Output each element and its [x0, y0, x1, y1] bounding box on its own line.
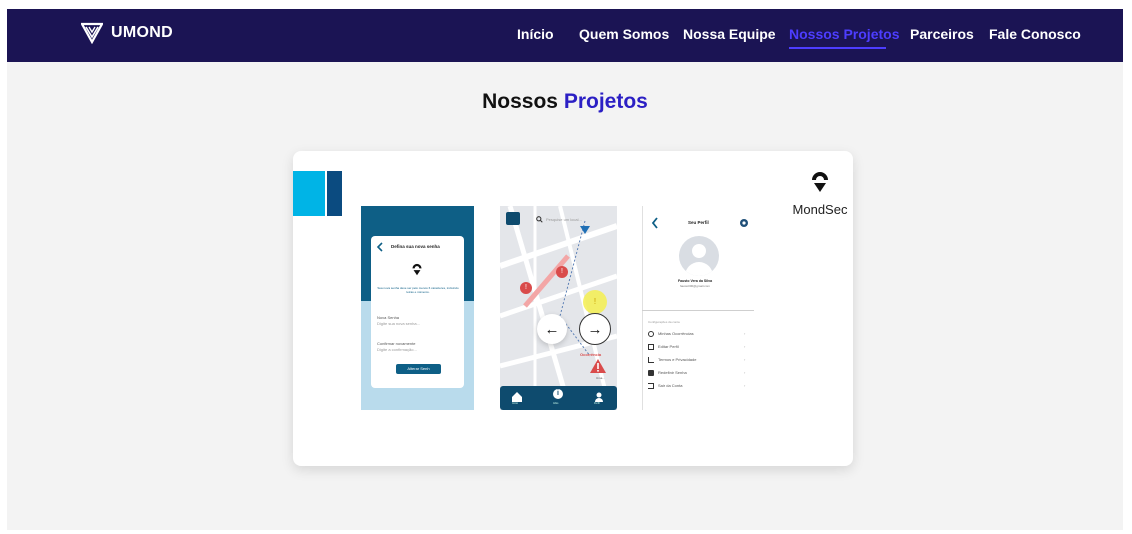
mondsec-pin-icon	[412, 263, 422, 276]
reset-info: Sua nova senha deve ser pelo menos 6 car…	[377, 286, 459, 294]
menu-item-logout[interactable]: Sair da Conta ›	[648, 382, 748, 392]
screenshot-reset-password: Defina sua nova senha Sua nova senha dev…	[361, 206, 474, 410]
menu-item-terms[interactable]: Termos e Privacidade ›	[648, 356, 748, 366]
back-arrow-icon	[376, 242, 383, 252]
warning-pin-icon[interactable]: !	[589, 296, 601, 308]
brand-logo[interactable]: UMOND	[81, 22, 173, 44]
map-search-input[interactable]: Pesquise um local...	[546, 217, 582, 222]
nav-item-parceiros[interactable]: Parceiros	[910, 26, 974, 42]
alert-pin-icon[interactable]: !	[520, 282, 532, 294]
scale-icon	[648, 357, 654, 363]
user-name: Fausto Vera da Silva	[678, 279, 713, 283]
brand-name: UMOND	[111, 24, 173, 41]
search-icon	[536, 216, 543, 223]
screenshot-map: Pesquise um local... ! ! ! Ocorrência Um…	[500, 206, 617, 410]
carousel-prev-button[interactable]: ←	[537, 314, 567, 344]
confirm-password-field[interactable]: Digite a confirmação...	[377, 347, 417, 352]
project-card: MondSec Defina sua nova senha Sua nova s…	[293, 151, 853, 466]
section-title: Nossos Projetos	[7, 90, 1123, 114]
user-email: fausto000@gmail.com	[680, 284, 710, 288]
settings-section-label: Configurações da conta	[648, 320, 680, 324]
menu-label: Redefinir Senha	[658, 370, 687, 375]
menu-item-occurrences[interactable]: Minhas Ocorrências ›	[648, 330, 748, 340]
confirm-password-label: Confirmar novamente	[377, 341, 416, 346]
title-part-1: Nossos	[482, 90, 558, 113]
tab-home-label: Início	[512, 402, 518, 405]
nav-item-nossos-projetos[interactable]: Nossos Projetos	[789, 26, 899, 42]
chevron-right-icon: ›	[744, 357, 746, 362]
alert-pin-icon[interactable]: !	[556, 266, 568, 278]
nav-item-fale-conosco[interactable]: Fale Conosco	[989, 26, 1081, 42]
info-tab-icon[interactable]: i	[553, 389, 563, 399]
decorative-stripe	[327, 171, 342, 216]
back-arrow-icon	[651, 217, 658, 229]
history-icon	[648, 331, 654, 337]
umond-logo-icon	[81, 22, 103, 44]
active-nav-underline	[789, 47, 886, 49]
menu-label: Minhas Ocorrências	[658, 331, 694, 336]
profile-tab-icon[interactable]	[594, 389, 604, 402]
chevron-right-icon: ›	[744, 370, 746, 375]
menu-item-edit-profile[interactable]: Editar Perfil ›	[648, 343, 748, 353]
chevron-right-icon: ›	[744, 383, 746, 388]
edit-icon	[648, 344, 654, 350]
decorative-stripe	[293, 171, 325, 216]
lock-icon	[648, 370, 654, 376]
nav-item-nossa-equipe[interactable]: Nossa Equipe	[683, 26, 776, 42]
project-brand: MondSec	[785, 167, 853, 217]
occurrence-sub: Uma...	[596, 376, 605, 380]
new-password-label: Nova Senha	[377, 315, 400, 320]
tab-info-label: Infos	[553, 402, 559, 405]
screenshot-profile: Seu Perfil Fausto Vera da Silva fausto00…	[642, 206, 754, 410]
page: UMOND Início Quem Somos Nossa Equipe Nos…	[7, 9, 1123, 530]
mondsec-pin-icon	[812, 172, 828, 192]
menu-item-reset-password[interactable]: Redefinir Senha ›	[648, 369, 748, 379]
reset-modal: Defina sua nova senha Sua nova senha dev…	[371, 236, 464, 388]
occurrence-label: Ocorrência	[580, 352, 602, 357]
logout-icon	[648, 383, 654, 389]
menu-label: Sair da Conta	[658, 383, 683, 388]
profile-title: Seu Perfil	[688, 220, 709, 225]
new-password-field[interactable]: Digite sua nova senha...	[377, 321, 420, 326]
avatar[interactable]	[679, 236, 719, 276]
tab-profile-label: Perfil	[594, 402, 600, 405]
chevron-right-icon: ›	[744, 331, 746, 336]
home-tab-icon[interactable]	[512, 389, 522, 402]
navbar: UMOND Início Quem Somos Nossa Equipe Nos…	[7, 9, 1123, 62]
divider	[642, 206, 643, 410]
menu-label: Editar Perfil	[658, 344, 679, 349]
nav-item-inicio[interactable]: Início	[517, 26, 554, 42]
project-name: MondSec	[792, 202, 848, 217]
divider	[642, 310, 754, 311]
chevron-right-icon: ›	[744, 344, 746, 349]
reset-heading: Defina sua nova senha	[391, 244, 440, 249]
location-marker-icon	[580, 226, 590, 234]
map-logo-icon	[506, 212, 520, 225]
change-password-button[interactable]: Alterar Senh	[396, 364, 441, 374]
carousel-next-button[interactable]: →	[579, 313, 611, 345]
gear-icon[interactable]	[739, 218, 749, 228]
nav-item-quem-somos[interactable]: Quem Somos	[579, 26, 669, 42]
warning-triangle-icon	[590, 359, 606, 373]
menu-label: Termos e Privacidade	[658, 357, 697, 362]
title-part-2: Projetos	[563, 90, 648, 113]
